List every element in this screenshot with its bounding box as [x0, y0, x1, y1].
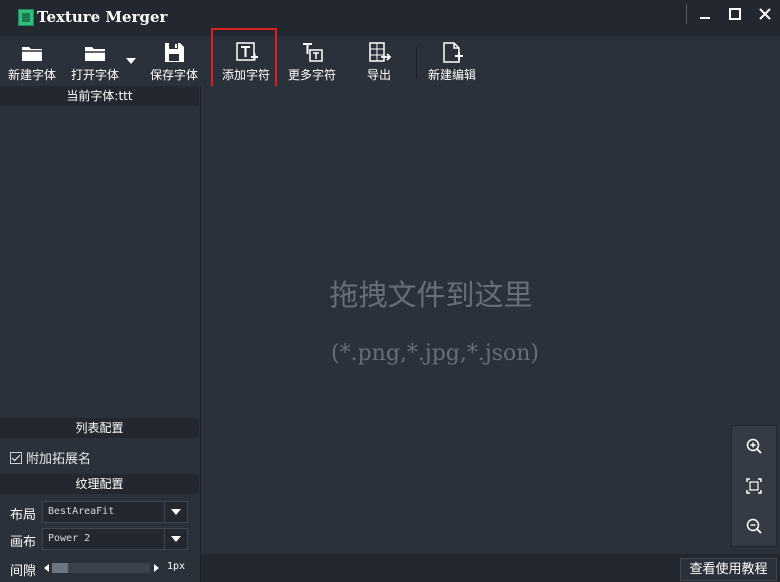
- fit-view-icon: [746, 478, 762, 494]
- new-font-button[interactable]: 新建字体: [8, 40, 56, 84]
- more-chars-button[interactable]: 更多字符: [288, 40, 336, 84]
- new-edit-label: 新建编辑: [428, 68, 477, 82]
- zoom-out-button[interactable]: [744, 516, 764, 536]
- slider-left-arrow-icon[interactable]: [44, 564, 49, 572]
- minimize-icon: [700, 17, 710, 19]
- layout-label: 布局: [10, 508, 37, 523]
- view-tutorial-button[interactable]: 查看使用教程: [680, 558, 777, 581]
- new-edit-button[interactable]: 新建编辑: [428, 40, 476, 84]
- texture-config-header: 纹理配置: [0, 474, 199, 494]
- save-font-label: 保存字体: [150, 68, 199, 82]
- layout-select[interactable]: BestAreaFit: [42, 501, 188, 523]
- zoom-in-icon: [746, 438, 762, 454]
- app-title: Texture Merger: [37, 8, 168, 26]
- current-font-header: 当前字体:ttt: [0, 86, 199, 106]
- zoom-out-icon: [746, 518, 762, 534]
- zoom-panel: [731, 425, 777, 547]
- more-text-icon: [303, 43, 323, 62]
- append-ext-label: 附加拓展名: [26, 452, 92, 467]
- open-font-button[interactable]: 打开字体: [71, 40, 119, 84]
- canvas-select-value: Power 2: [48, 533, 91, 544]
- open-font-label: 打开字体: [71, 68, 120, 82]
- drop-hint: (*.png,*.jpg,*.json): [331, 341, 539, 366]
- fit-view-button[interactable]: [744, 476, 764, 496]
- slider-right-arrow-icon[interactable]: [154, 564, 159, 572]
- folder-icon: [22, 47, 42, 61]
- save-icon: [165, 43, 184, 62]
- zoom-in-button[interactable]: [744, 436, 764, 456]
- chevron-down-icon: [164, 502, 187, 522]
- chevron-down-icon: [164, 529, 187, 549]
- title-bar: Texture Merger: [0, 0, 780, 36]
- canvas-select[interactable]: Power 2: [42, 528, 188, 550]
- close-icon: [759, 8, 771, 20]
- toolbar: 新建字体 打开字体 保存字体 添加字符 更多字符 导出 新建编辑: [0, 36, 780, 87]
- add-char-label: 添加字符: [222, 68, 271, 82]
- maximize-icon: [729, 8, 741, 20]
- gap-label: 间隙: [10, 564, 37, 579]
- drop-zone[interactable]: 拖拽文件到这里 (*.png,*.jpg,*.json): [201, 86, 780, 554]
- save-font-button[interactable]: 保存字体: [150, 40, 198, 84]
- window-controls: [690, 0, 780, 28]
- close-button[interactable]: [750, 0, 780, 28]
- drop-title: 拖拽文件到这里: [329, 278, 533, 312]
- export-button[interactable]: 导出: [366, 40, 392, 84]
- app-logo-icon: [18, 9, 34, 26]
- canvas-label: 画布: [10, 535, 37, 550]
- open-folder-icon: [85, 47, 105, 61]
- minimize-button[interactable]: [690, 0, 720, 28]
- add-text-icon: [236, 42, 258, 61]
- maximize-button[interactable]: [720, 0, 750, 28]
- new-file-icon: [443, 42, 463, 63]
- toolbar-divider: [416, 46, 417, 78]
- open-font-dropdown-icon[interactable]: [126, 58, 136, 64]
- append-ext-checkbox[interactable]: [10, 451, 22, 464]
- add-char-button[interactable]: 添加字符: [222, 40, 270, 84]
- gap-value: 1px: [167, 561, 186, 572]
- more-chars-label: 更多字符: [288, 68, 337, 82]
- export-icon: [369, 42, 392, 62]
- layout-select-value: BestAreaFit: [48, 506, 115, 517]
- append-ext-option[interactable]: 附加拓展名: [10, 448, 91, 467]
- font-char-list[interactable]: [0, 106, 199, 418]
- slider-thumb[interactable]: [52, 563, 68, 573]
- new-font-label: 新建字体: [8, 68, 57, 82]
- window-controls-divider: [686, 4, 687, 24]
- list-config-header: 列表配置: [0, 418, 199, 438]
- export-label: 导出: [366, 68, 391, 82]
- sidebar: 当前字体:ttt 列表配置 附加拓展名 纹理配置 布局 BestAreaFit …: [0, 86, 201, 582]
- gap-slider[interactable]: [42, 560, 162, 576]
